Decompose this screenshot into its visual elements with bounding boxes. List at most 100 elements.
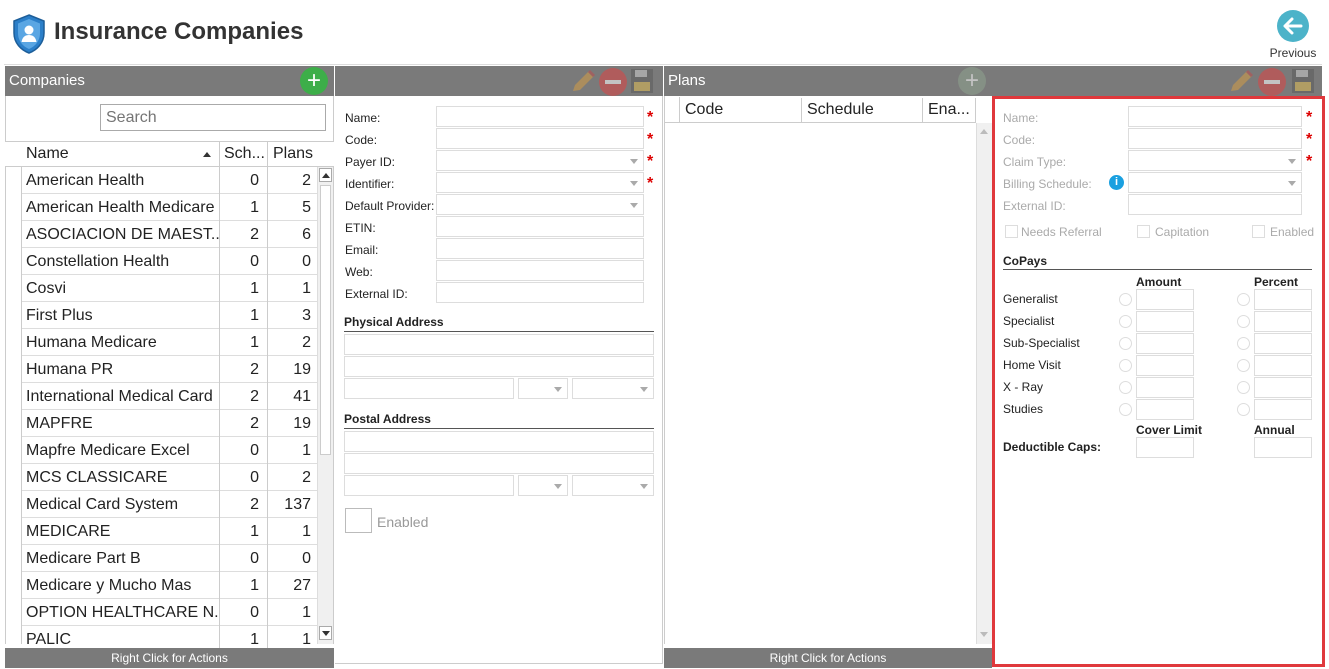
table-row[interactable]: Mapfre Medicare Excel 0 1 (22, 436, 317, 464)
plans-footer[interactable]: Right Click for Actions (664, 648, 992, 668)
billing-schedule-select[interactable] (1128, 172, 1302, 193)
table-row[interactable]: Constellation Health 0 0 (22, 247, 317, 275)
plan-name-field[interactable] (1128, 106, 1302, 127)
external-id-field[interactable] (436, 282, 644, 303)
copay-amount-radio[interactable] (1119, 359, 1132, 372)
copay-amount-radio[interactable] (1119, 337, 1132, 350)
plan-code-field[interactable] (1128, 128, 1302, 149)
etin-field[interactable] (436, 216, 644, 237)
table-row[interactable]: Medical Card System 2 137 (22, 490, 317, 518)
postal-address-line2[interactable] (344, 453, 654, 474)
save-plan-disk-icon[interactable] (1291, 68, 1315, 94)
previous-button[interactable]: Previous (1264, 10, 1322, 62)
copay-percent-radio[interactable] (1237, 293, 1250, 306)
code-field[interactable] (436, 128, 644, 149)
copay-amount-field[interactable] (1136, 355, 1194, 376)
copay-percent-field[interactable] (1254, 311, 1312, 332)
plans-scrollbar[interactable] (976, 123, 992, 644)
add-plan-button[interactable]: + (958, 67, 986, 95)
scroll-thumb[interactable] (320, 185, 331, 455)
companies-footer[interactable]: Right Click for Actions (5, 648, 334, 668)
copay-percent-field[interactable] (1254, 289, 1312, 310)
arrow-left-icon (1277, 10, 1309, 42)
postal-state-select[interactable] (518, 475, 568, 496)
table-row[interactable]: First Plus 1 3 (22, 301, 317, 329)
plans-column-enabled[interactable]: Ena... (923, 98, 976, 122)
email-field[interactable] (436, 238, 644, 259)
postal-city-field[interactable] (344, 475, 514, 496)
table-row[interactable]: International Medical Card 2 41 (22, 382, 317, 410)
add-company-button[interactable]: + (300, 67, 328, 95)
physical-state-select[interactable] (518, 378, 568, 399)
table-row[interactable]: Medicare Part B00 (22, 544, 317, 572)
company-search-input[interactable] (100, 104, 326, 131)
table-row[interactable]: Humana PR 2 19 (22, 355, 317, 383)
web-field[interactable] (436, 260, 644, 281)
plan-external-id-field[interactable] (1128, 194, 1302, 215)
copay-percent-radio[interactable] (1237, 381, 1250, 394)
copay-amount-field[interactable] (1136, 289, 1194, 310)
plan-enabled-checkbox[interactable] (1252, 225, 1265, 238)
copay-amount-radio[interactable] (1119, 293, 1132, 306)
name-field[interactable] (436, 106, 644, 127)
company-enabled-checkbox[interactable] (345, 508, 372, 533)
copay-percent-field[interactable] (1254, 399, 1312, 420)
table-row[interactable]: MCS CLASSICARE 0 2 (22, 463, 317, 491)
table-row[interactable]: OPTION HEALTHCARE N... 0 1 (22, 598, 317, 626)
edit-pencil-icon[interactable] (570, 68, 598, 94)
postal-zip-select[interactable] (572, 475, 654, 496)
postal-address-line1[interactable] (344, 431, 654, 452)
table-row[interactable]: MEDICARE 1 1 (22, 517, 317, 545)
table-row[interactable]: MAPFRE 2 19 (22, 409, 317, 437)
scroll-up-icon[interactable] (319, 168, 332, 182)
default-provider-select[interactable] (436, 194, 644, 215)
copay-amount-field[interactable] (1136, 333, 1194, 354)
billing-schedule-info-icon[interactable]: i (1109, 175, 1124, 190)
copay-percent-radio[interactable] (1237, 403, 1250, 416)
copay-percent-field[interactable] (1254, 333, 1312, 354)
table-row[interactable]: American Health 0 2 (22, 166, 317, 194)
claim-type-select[interactable] (1128, 150, 1302, 171)
save-disk-icon[interactable] (630, 68, 654, 94)
copay-percent-field[interactable] (1254, 377, 1312, 398)
annual-heading: Annual (1254, 423, 1295, 437)
column-header-plans[interactable]: Plans (268, 142, 317, 166)
physical-zip-select[interactable] (572, 378, 654, 399)
capitation-checkbox[interactable] (1137, 225, 1150, 238)
table-row[interactable]: Humana Medicare 1 2 (22, 328, 317, 356)
copay-amount-radio[interactable] (1119, 403, 1132, 416)
needs-referral-checkbox[interactable] (1005, 225, 1018, 238)
payer-id-select[interactable] (436, 150, 644, 171)
plans-column-code[interactable]: Code (681, 98, 802, 122)
edit-plan-pencil-icon[interactable] (1228, 68, 1256, 94)
physical-city-field[interactable] (344, 378, 514, 399)
copay-amount-radio[interactable] (1119, 315, 1132, 328)
copay-amount-field[interactable] (1136, 399, 1194, 420)
table-row[interactable]: Cosvi 1 1 (22, 274, 317, 302)
scroll-down-icon[interactable] (980, 632, 988, 637)
company-plans-cell: 3 (302, 306, 311, 324)
plans-column-schedule[interactable]: Schedule (802, 98, 923, 122)
cover-limit-field[interactable] (1136, 437, 1194, 458)
table-row[interactable]: Medicare y Mucho Mas 1 27 (22, 571, 317, 599)
identifier-select[interactable] (436, 172, 644, 193)
delete-icon[interactable] (599, 68, 627, 96)
copay-amount-field[interactable] (1136, 311, 1194, 332)
physical-address-line2[interactable] (344, 356, 654, 377)
companies-scrollbar[interactable] (317, 167, 333, 644)
copay-percent-radio[interactable] (1237, 337, 1250, 350)
column-header-schedules[interactable]: Sch... (220, 142, 268, 166)
scroll-up-icon[interactable] (980, 129, 988, 134)
column-header-name[interactable]: Name (22, 142, 220, 166)
annual-field[interactable] (1254, 437, 1312, 458)
scroll-down-icon[interactable] (319, 626, 332, 640)
copay-amount-radio[interactable] (1119, 381, 1132, 394)
copay-percent-radio[interactable] (1237, 359, 1250, 372)
physical-address-line1[interactable] (344, 334, 654, 355)
table-row[interactable]: ASOCIACION DE MAEST... 2 6 (22, 220, 317, 248)
copay-percent-radio[interactable] (1237, 315, 1250, 328)
copay-amount-field[interactable] (1136, 377, 1194, 398)
copay-percent-field[interactable] (1254, 355, 1312, 376)
table-row[interactable]: American Health Medicare 1 5 (22, 193, 317, 221)
delete-plan-icon[interactable] (1258, 68, 1286, 96)
